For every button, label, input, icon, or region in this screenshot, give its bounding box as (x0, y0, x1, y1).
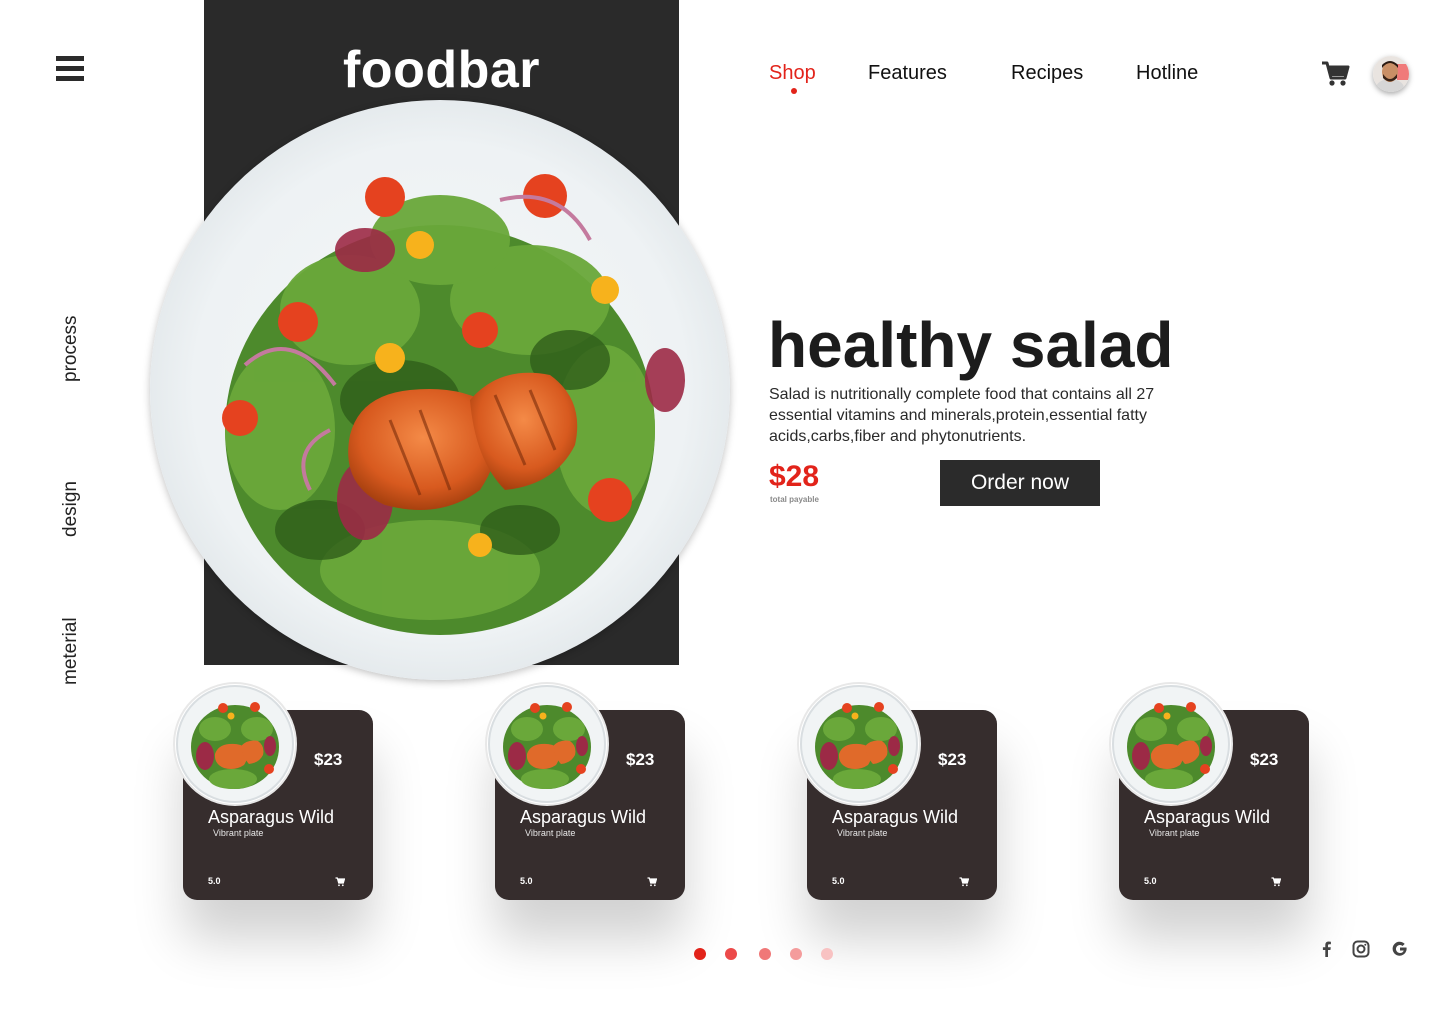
card-cart-icon[interactable] (335, 874, 346, 887)
product-card[interactable]: $23 Asparagus Wild Vibrant plate 5.0 (1111, 684, 1309, 900)
facebook-icon[interactable] (1318, 940, 1336, 958)
cart-icon[interactable] (1320, 60, 1350, 88)
avatar[interactable] (1373, 56, 1409, 92)
hero-price: $28 (769, 460, 820, 493)
card-salad-image (799, 684, 919, 804)
nav-hotline[interactable]: Hotline (1136, 62, 1198, 85)
pagination-dot-2[interactable] (725, 948, 737, 960)
card-salad-image (487, 684, 607, 804)
card-price: $23 (1250, 750, 1279, 769)
card-cart-icon[interactable] (647, 874, 658, 887)
brand-logo[interactable]: foodbar (204, 40, 679, 100)
nav-shop[interactable]: Shop (769, 62, 816, 85)
card-price: $23 (938, 750, 967, 769)
side-nav-item-design[interactable]: design (60, 481, 82, 537)
pagination-dot-5[interactable] (821, 948, 833, 960)
side-nav-item-meterial[interactable]: meterial (60, 617, 82, 685)
card-name: Asparagus Wild (208, 807, 335, 827)
price-caption: total payable (770, 495, 819, 504)
hero-title: healthy salad (768, 309, 1174, 381)
card-price: $23 (314, 750, 343, 769)
hero-description: Salad is nutritionally complete food tha… (769, 386, 1155, 445)
hero-salad-image (150, 100, 730, 680)
side-nav-item-process[interactable]: process (60, 315, 82, 382)
card-name: Asparagus Wild (1144, 807, 1271, 827)
card-cart-icon[interactable] (959, 874, 970, 887)
pagination-dot-1[interactable] (694, 948, 706, 960)
menu-icon[interactable] (56, 56, 84, 86)
pagination-dot-3[interactable] (759, 948, 771, 960)
card-cart-icon[interactable] (1271, 874, 1282, 887)
order-now-button[interactable]: Order now (940, 460, 1100, 506)
product-card[interactable]: $23 Asparagus Wild Vibrant plate 5.0 (799, 684, 997, 900)
nav-features[interactable]: Features (868, 62, 947, 85)
card-subtitle: Vibrant plate (213, 828, 264, 838)
product-card[interactable]: $23 Asparagus Wild Vibrant plate 5.0 (175, 684, 373, 900)
card-subtitle: Vibrant plate (1149, 828, 1200, 838)
card-salad-image (1111, 684, 1231, 804)
card-name: Asparagus Wild (832, 807, 959, 827)
instagram-icon[interactable] (1352, 940, 1370, 958)
nav-recipes[interactable]: Recipes (1011, 62, 1083, 85)
google-icon[interactable] (1391, 940, 1409, 958)
pagination-dot-4[interactable] (790, 948, 802, 960)
nav-active-indicator (791, 88, 797, 94)
card-rating: 5.0 (520, 876, 533, 886)
card-rating: 5.0 (208, 876, 221, 886)
card-subtitle: Vibrant plate (525, 828, 576, 838)
card-subtitle: Vibrant plate (837, 828, 888, 838)
card-salad-image (175, 684, 295, 804)
card-price: $23 (626, 750, 655, 769)
product-card[interactable]: $23 Asparagus Wild Vibrant plate 5.0 (487, 684, 685, 900)
card-name: Asparagus Wild (520, 807, 647, 827)
card-rating: 5.0 (1144, 876, 1157, 886)
card-rating: 5.0 (832, 876, 845, 886)
